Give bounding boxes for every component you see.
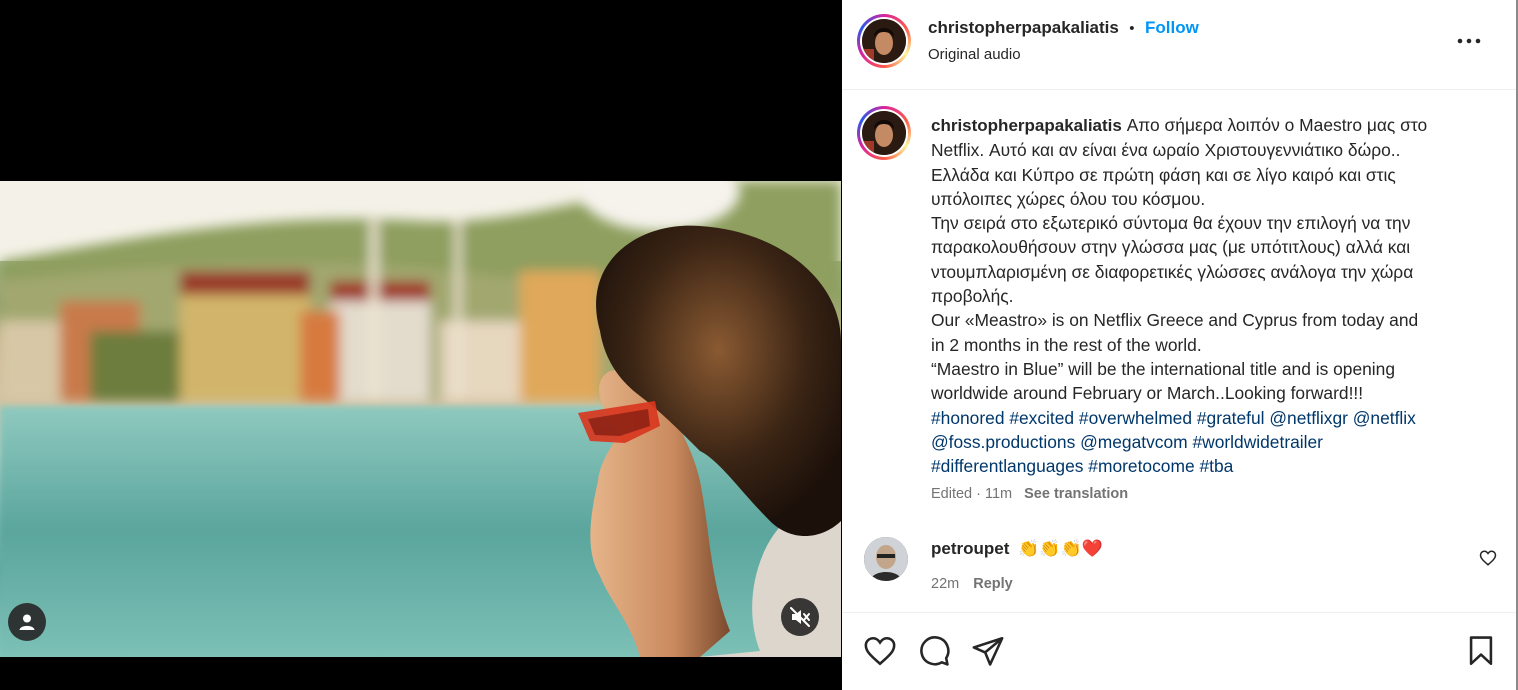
post-caption: christopherpapakaliatis Απο σήμερα λοιπό… [931,113,1471,478]
caption-line: Netflix. Αυτό και αν είναι ένα ωραίο Χρι… [931,140,1401,161]
more-options-icon [1457,38,1481,44]
caption-line: Απο σήμερα λοιπόν ο Maestro μας στο [1126,115,1428,135]
author-avatar[interactable] [857,14,911,68]
comment-like-button[interactable] [1479,549,1497,567]
user-tag-icon [19,614,35,630]
audio-label[interactable]: Original audio [928,46,1021,63]
audio-muted-icon [790,607,810,627]
caption-author-avatar[interactable] [857,106,911,160]
comment: petroupet 👏👏👏❤️ [931,539,1103,559]
caption-avatar-photo [862,111,906,155]
action-bar [842,614,1516,690]
caption-line: παρακολουθήσουν στην γλώσσα μας (με υπότ… [931,237,1411,258]
heart-icon [864,636,896,666]
media-viewer [0,0,841,690]
reply-button[interactable]: Reply [973,576,1013,592]
comment-text: 👏👏👏❤️ [1018,539,1103,558]
caption-hashtags[interactable]: #honored #excited #overwhelmed #grateful… [931,406,1471,430]
caption-line: Την σειρά στο εξωτερικό σύντομα θα έχουν… [931,213,1411,234]
comment-button[interactable] [917,634,951,668]
user-tags-button[interactable] [8,603,46,641]
video-frame-scene [0,181,841,657]
caption-line: ντουμπλαρισμένη σε διαφορετικές γλώσσες … [931,261,1414,282]
commenter-username[interactable]: petroupet [931,539,1009,558]
bookmark-icon [1469,636,1493,666]
caption-hashtags[interactable]: @foss.productions @megatvcom #worldwidet… [931,430,1471,454]
caption-line: “Maestro in Blue” will be the internatio… [931,358,1396,379]
author-avatar-photo [862,19,906,63]
comment-icon [920,636,950,666]
caption-author-username[interactable]: christopherpapakaliatis [931,116,1122,135]
header-separator: • [1129,20,1135,37]
mute-toggle-button[interactable] [781,598,819,636]
comment-timestamp: 22m [931,576,960,592]
edited-timestamp: Edited · 11m [931,486,1013,502]
like-button[interactable] [863,634,897,668]
share-button[interactable] [971,634,1005,668]
see-translation-link[interactable]: See translation [1024,486,1128,502]
post-side-panel: christopherpapakaliatis • Follow Origina… [842,0,1516,690]
commenter-avatar-photo [864,537,908,581]
comments-section: christopherpapakaliatis Απο σήμερα λοιπό… [842,91,1516,613]
post-header: christopherpapakaliatis • Follow Origina… [842,0,1516,90]
heart-icon [1479,550,1497,566]
comment-meta: 22m Reply [931,576,1013,592]
caption-line: Ελλάδα και Κύπρο σε πρώτη φάση και σε λί… [931,164,1396,185]
save-button[interactable] [1464,634,1498,668]
caption-line: υπόλοιπες χώρες όλου του κόσμου. [931,188,1206,209]
share-icon [972,636,1004,666]
more-options-button[interactable] [1454,28,1484,54]
commenter-avatar[interactable] [864,537,908,581]
caption-line: προβολής. [931,286,1014,307]
caption-hashtags[interactable]: #differentlanguages #moretocome #tba [931,454,1471,478]
reel-video[interactable] [0,181,841,657]
caption-meta: Edited · 11m See translation [931,486,1128,502]
caption-line: in 2 months in the rest of the world. [931,334,1202,355]
caption-line: worldwide around February or March..Look… [931,383,1364,404]
caption-line: Our «Meastro» is on Netflix Greece and C… [931,310,1419,331]
follow-button[interactable]: Follow [1145,18,1199,37]
author-username[interactable]: christopherpapakaliatis [928,18,1119,37]
